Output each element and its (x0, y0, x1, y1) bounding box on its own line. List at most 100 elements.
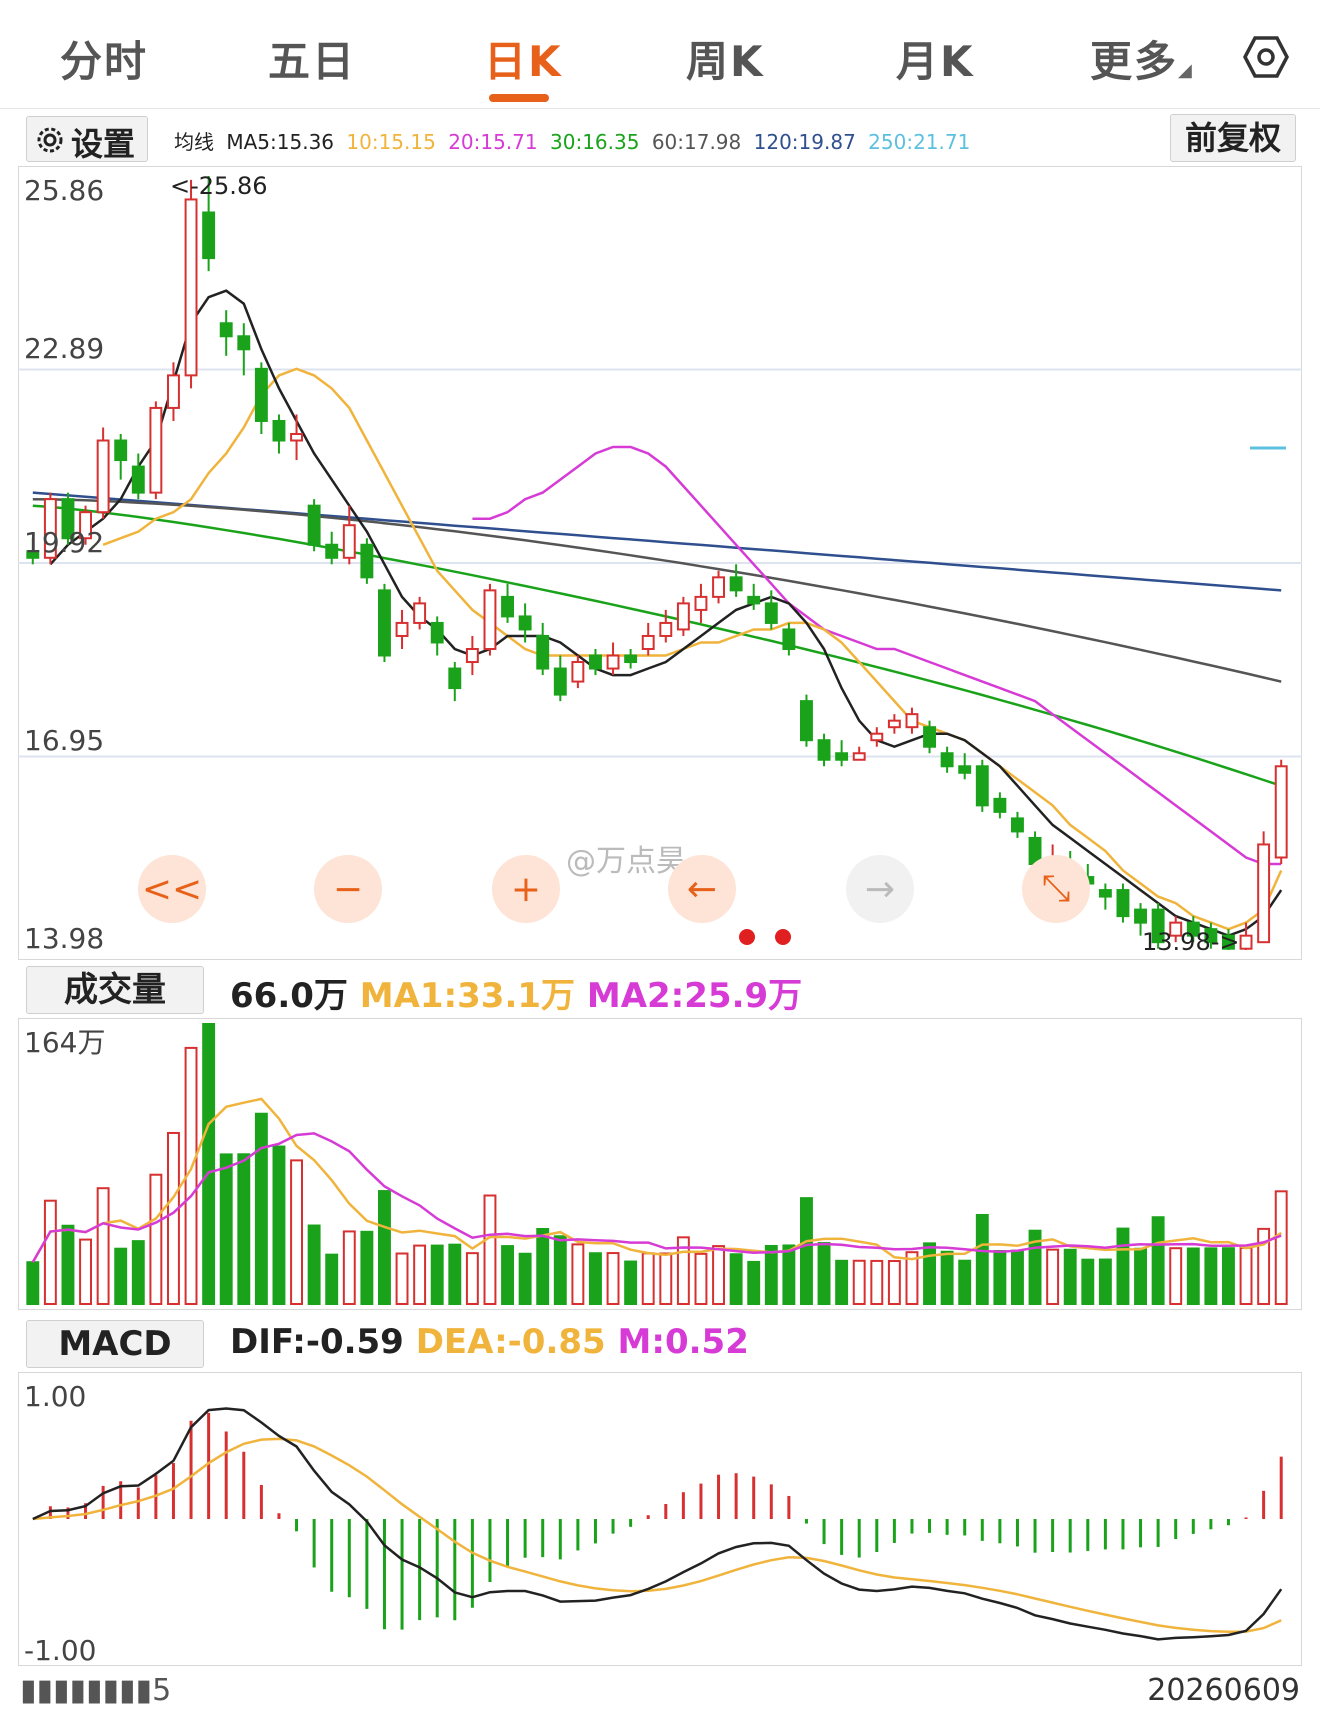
candle-body (764, 602, 778, 624)
macd-indicator-button[interactable]: MACD (26, 1320, 204, 1368)
volume-bar (817, 1242, 831, 1305)
macd-dif: DIF:-0.59 (230, 1322, 404, 1362)
tab-daily-k[interactable]: 日K (484, 28, 563, 89)
volume-bar (43, 1199, 57, 1306)
candle-body (378, 589, 391, 657)
volume-bar (993, 1249, 1007, 1305)
volume-bar (307, 1224, 321, 1305)
ma-legend-item: 120:19.87 (753, 130, 856, 154)
volume-bar (1239, 1246, 1253, 1305)
volume-bar (1081, 1258, 1095, 1305)
candle (800, 694, 813, 747)
candle-body (676, 602, 690, 631)
ma-legend-item: 10:15.15 (346, 130, 436, 154)
zoom-out-button[interactable]: − (314, 855, 382, 923)
active-tab-indicator (489, 94, 549, 102)
tab-five-day[interactable]: 五日 (268, 28, 356, 89)
jump-start-button[interactable]: << (138, 855, 206, 923)
volume-bar (870, 1259, 884, 1306)
candle-body (254, 367, 268, 422)
volume-bar (1134, 1247, 1147, 1306)
tab-weekly-k[interactable]: 周K (686, 28, 765, 89)
volume-bar (1151, 1216, 1165, 1305)
candle-body (817, 739, 831, 761)
volume-values: 66.0万 MA1:33.1万 MA2:25.9万 (230, 968, 802, 1017)
zoom-in-button[interactable]: + (492, 855, 560, 923)
volume-bar (395, 1252, 409, 1305)
scroll-right-button[interactable]: → (846, 855, 914, 923)
volume-indicator-button[interactable]: 成交量 (26, 966, 204, 1014)
tab-monthly-k[interactable]: 月K (896, 28, 975, 89)
volume-bar (518, 1252, 532, 1306)
ma-legend-prefix: 均线 (174, 130, 214, 154)
volume-bar (237, 1153, 251, 1305)
adjust-price-button[interactable]: 前复权 (1170, 114, 1296, 162)
volume-value: 66.0万 (230, 976, 348, 1016)
volume-bar (1011, 1249, 1024, 1306)
volume-bar (1186, 1247, 1200, 1305)
candle-body (131, 465, 145, 494)
volume-bar (1204, 1247, 1218, 1306)
volume-bar (61, 1224, 75, 1306)
candle-body (624, 654, 638, 664)
price-axis-label: 13.98 (24, 922, 104, 955)
volume-bar (782, 1244, 796, 1305)
volume-bar (641, 1252, 655, 1306)
volume-bar (448, 1243, 462, 1306)
candle-body (589, 654, 602, 670)
ma-legend-item: MA5:15.36 (226, 130, 335, 154)
volume-bar (254, 1112, 268, 1305)
candle-body (694, 595, 708, 611)
page-dot (775, 929, 791, 945)
volume-bar (1098, 1258, 1112, 1305)
candle (360, 538, 374, 584)
candle-body (536, 634, 550, 670)
candle (483, 583, 497, 656)
candle-body (413, 602, 427, 624)
candle-body (940, 752, 954, 768)
macd-chart[interactable]: 1.00 -1.00 (18, 1372, 1302, 1666)
volume-bar (659, 1252, 673, 1305)
dropdown-corner-icon: ◢ (1178, 60, 1194, 81)
ma-legend-item: 20:15.71 (448, 130, 538, 154)
candle-body (800, 700, 813, 742)
volume-bar (114, 1247, 128, 1306)
tab-more[interactable]: 更多◢ (1090, 28, 1194, 89)
tab-more-label: 更多 (1090, 37, 1179, 86)
candle-body (923, 726, 936, 748)
volume-bar (378, 1190, 391, 1305)
volume-bar (694, 1252, 708, 1306)
scroll-left-button[interactable]: ← (668, 855, 736, 923)
volume-ma2: MA2:25.9万 (586, 976, 803, 1016)
candle-body (272, 419, 286, 442)
candle-body (729, 576, 743, 592)
volume-chart[interactable]: 164万 (18, 1018, 1302, 1310)
start-date: ▮▮▮▮▮▮▮▮5 (20, 1673, 172, 1708)
volume-bar (624, 1260, 638, 1305)
chart-settings-icon[interactable] (1243, 34, 1289, 80)
candle-body (1239, 934, 1253, 950)
fullscreen-button[interactable]: ⤡ (1022, 855, 1090, 923)
settings-button[interactable]: 设置 (26, 116, 148, 163)
candle-body (184, 198, 198, 377)
candle (1274, 759, 1288, 864)
candle-body (782, 628, 796, 651)
volume-bar (571, 1243, 585, 1305)
candle-body (1011, 817, 1024, 833)
tab-intraday[interactable]: 分时 (60, 28, 148, 89)
volume-bar (606, 1252, 620, 1306)
volume-bar (96, 1187, 110, 1305)
page-dot (739, 929, 755, 945)
volume-bar (1169, 1247, 1183, 1305)
candle-body (641, 634, 655, 650)
candle-body (887, 719, 901, 729)
volume-bar (553, 1235, 567, 1305)
candle-body (1274, 765, 1288, 859)
candle-body (342, 524, 356, 559)
candle-body (114, 439, 128, 462)
volume-bar (501, 1245, 514, 1305)
candle-body (430, 621, 444, 644)
candle-body (202, 211, 216, 260)
volume-bar (430, 1244, 444, 1305)
volume-bar (465, 1252, 479, 1305)
